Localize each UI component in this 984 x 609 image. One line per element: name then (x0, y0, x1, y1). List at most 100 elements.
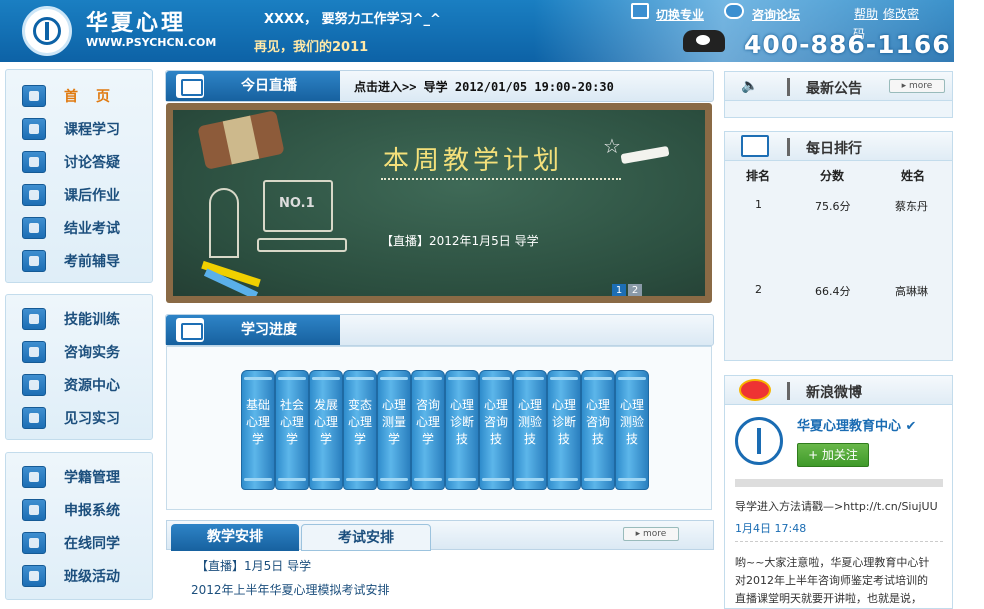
home-icon (22, 85, 46, 107)
notices-body (724, 100, 953, 118)
document-icon (176, 318, 204, 342)
hotline-number: 400-886-1166 (744, 30, 951, 59)
chalkboard-banner[interactable]: NO.1 本周教学计划 ☆ 【直播】2012年1月5日 导学 1 2 (166, 103, 712, 303)
sidebar-item-discussion[interactable]: 讨论答疑 (22, 149, 120, 175)
ranking-cell-score: 66.4分 (815, 285, 851, 298)
progress-panel-header: 学习进度 (165, 314, 714, 346)
weibo-post-divider (735, 541, 943, 542)
course-book[interactable]: 心理诊断技 (547, 370, 581, 490)
sidebar-item-homework[interactable]: 课后作业 (22, 182, 120, 208)
course-book[interactable]: 变态心理学 (343, 370, 377, 490)
weibo-icon (739, 379, 771, 401)
exam-icon (22, 217, 46, 239)
schedule-item[interactable]: 【直播】1月5日 导学 (196, 557, 311, 574)
change-password-link[interactable]: 修改密 (883, 5, 919, 22)
homework-icon (22, 184, 46, 206)
course-book[interactable]: 心理咨询技 (581, 370, 615, 490)
tab-teaching-schedule[interactable]: 教学安排 (171, 524, 299, 551)
sidebar-item-tutoring[interactable]: 考前辅导 (22, 248, 120, 274)
weibo-post-time[interactable]: 1月4日 17:48 (735, 520, 806, 536)
schedule-more-button[interactable]: ▸ more (623, 527, 679, 541)
schedule-item[interactable]: 2012年上半年华夏心理模拟考试安排 (191, 581, 390, 598)
live-schedule-link[interactable]: 点击进入>> 导学 2012/01/05 19:00-20:30 (354, 78, 614, 95)
sidebar-item-application[interactable]: 申报系统 (22, 497, 120, 523)
weibo-divider (735, 479, 943, 487)
lamp-sketch (209, 188, 239, 258)
course-book[interactable]: 心理测验技 (615, 370, 649, 490)
follow-button[interactable]: + 加关注 (797, 443, 869, 467)
course-book[interactable]: 发展心理学 (309, 370, 343, 490)
ranking-cell-rank: 2 (755, 283, 762, 296)
course-icon (22, 118, 46, 140)
verified-icon: ✔ (905, 419, 917, 434)
list-icon (741, 135, 769, 157)
records-icon (22, 466, 46, 488)
ranking-cell-rank: 1 (755, 198, 762, 211)
weibo-post-text[interactable]: 导学进入方法请戳—>http://t.cn/SiujUU (735, 498, 938, 514)
live-tab[interactable]: 今日直播 (166, 71, 340, 101)
slide-page-2[interactable]: 2 (628, 284, 642, 296)
sidebar-item-courses[interactable]: 课程学习 (22, 116, 120, 142)
help-link[interactable]: 帮助 (854, 5, 878, 22)
board-divider (381, 178, 621, 180)
monitor-sketch: NO.1 (263, 180, 333, 232)
sidebar-item-records[interactable]: 学籍管理 (22, 464, 120, 490)
weibo-post-line: 直播课堂明天就要开讲啦，也就是说， (735, 592, 922, 605)
sidebar-group-skills: 技能训练 咨询实务 资源中心 见习实习 (5, 294, 153, 440)
star-icon: ☆ (603, 134, 621, 158)
sidebar-item-activities[interactable]: 班级活动 (22, 563, 120, 589)
tutoring-icon (22, 250, 46, 272)
course-book[interactable]: 心理测验技 (513, 370, 547, 490)
ranking-cell-name[interactable]: 蔡东丹 (895, 198, 928, 214)
ranking-table: 排名 分数 姓名 1 75.6分 蔡东丹 2 66.4分 高琳琳 (724, 160, 953, 361)
board-title: 本周教学计划 (383, 146, 564, 176)
slogan-text: 再见，我们的2011 (254, 40, 369, 55)
tv-icon (176, 74, 204, 98)
forum-icon (724, 3, 744, 19)
switch-major-icon (631, 3, 649, 19)
course-book[interactable]: 心理测量学 (377, 370, 411, 490)
course-book[interactable]: 心理咨询技 (479, 370, 513, 490)
progress-tab[interactable]: 学习进度 (166, 315, 340, 345)
site-url: WWW.PSYCHCN.COM (86, 36, 217, 49)
ranking-header: 每日排行 (724, 131, 953, 161)
sidebar-item-practice[interactable]: 咨询实务 (22, 339, 120, 365)
switch-major-link[interactable]: 切换专业 (656, 6, 704, 23)
briefcase-icon (22, 407, 46, 429)
forum-link[interactable]: 咨询论坛 (752, 6, 800, 23)
site-title: 华夏心理 (86, 11, 187, 36)
speaker-icon: 🔈 (741, 78, 759, 94)
weibo-account-name[interactable]: 华夏心理教育中心 ✔ (797, 415, 916, 434)
ranking-col-name: 姓名 (901, 169, 926, 183)
tab-exam-schedule[interactable]: 考试安排 (301, 524, 431, 551)
sidebar-item-resources[interactable]: 资源中心 (22, 372, 120, 398)
sidebar-item-home[interactable]: 首页 (22, 83, 128, 109)
tools-icon (22, 308, 46, 330)
greeting-text: XXXX， 要努力工作学习^_^ (264, 12, 441, 27)
weibo-avatar[interactable] (735, 417, 783, 465)
ranking-col-score: 分数 (820, 169, 845, 183)
notices-more-button[interactable]: ▸ more (889, 79, 945, 93)
weibo-post-line: 对2012年上半年咨询师鉴定考试培训的 (735, 574, 928, 587)
sidebar-item-exam[interactable]: 结业考试 (22, 215, 120, 241)
ranking-cell-name[interactable]: 高琳琳 (895, 283, 928, 299)
sidebar-item-classmates[interactable]: 在线同学 (22, 530, 120, 556)
course-book[interactable]: 基础心理学 (241, 370, 275, 490)
course-book[interactable]: 社会心理学 (275, 370, 309, 490)
weibo-post-line: 哟~~大家注意啦，华夏心理教育中心针 (735, 556, 930, 569)
slide-page-1[interactable]: 1 (612, 284, 626, 296)
telephone-icon (683, 30, 725, 52)
sidebar-item-internship[interactable]: 见习实习 (22, 405, 120, 431)
ranking-cell-score: 75.6分 (815, 200, 851, 213)
board-live-item[interactable]: 【直播】2012年1月5日 导学 (381, 232, 539, 249)
activity-icon (22, 565, 46, 587)
course-book[interactable]: 咨询心理学 (411, 370, 445, 490)
ranking-col-rank: 排名 (746, 169, 771, 183)
eraser-icon (197, 110, 285, 170)
site-logo[interactable] (22, 6, 72, 56)
classmates-icon (22, 532, 46, 554)
application-icon (22, 499, 46, 521)
keyboard-sketch (257, 238, 347, 252)
course-book[interactable]: 心理诊断技 (445, 370, 479, 490)
sidebar-item-skills[interactable]: 技能训练 (22, 306, 120, 332)
